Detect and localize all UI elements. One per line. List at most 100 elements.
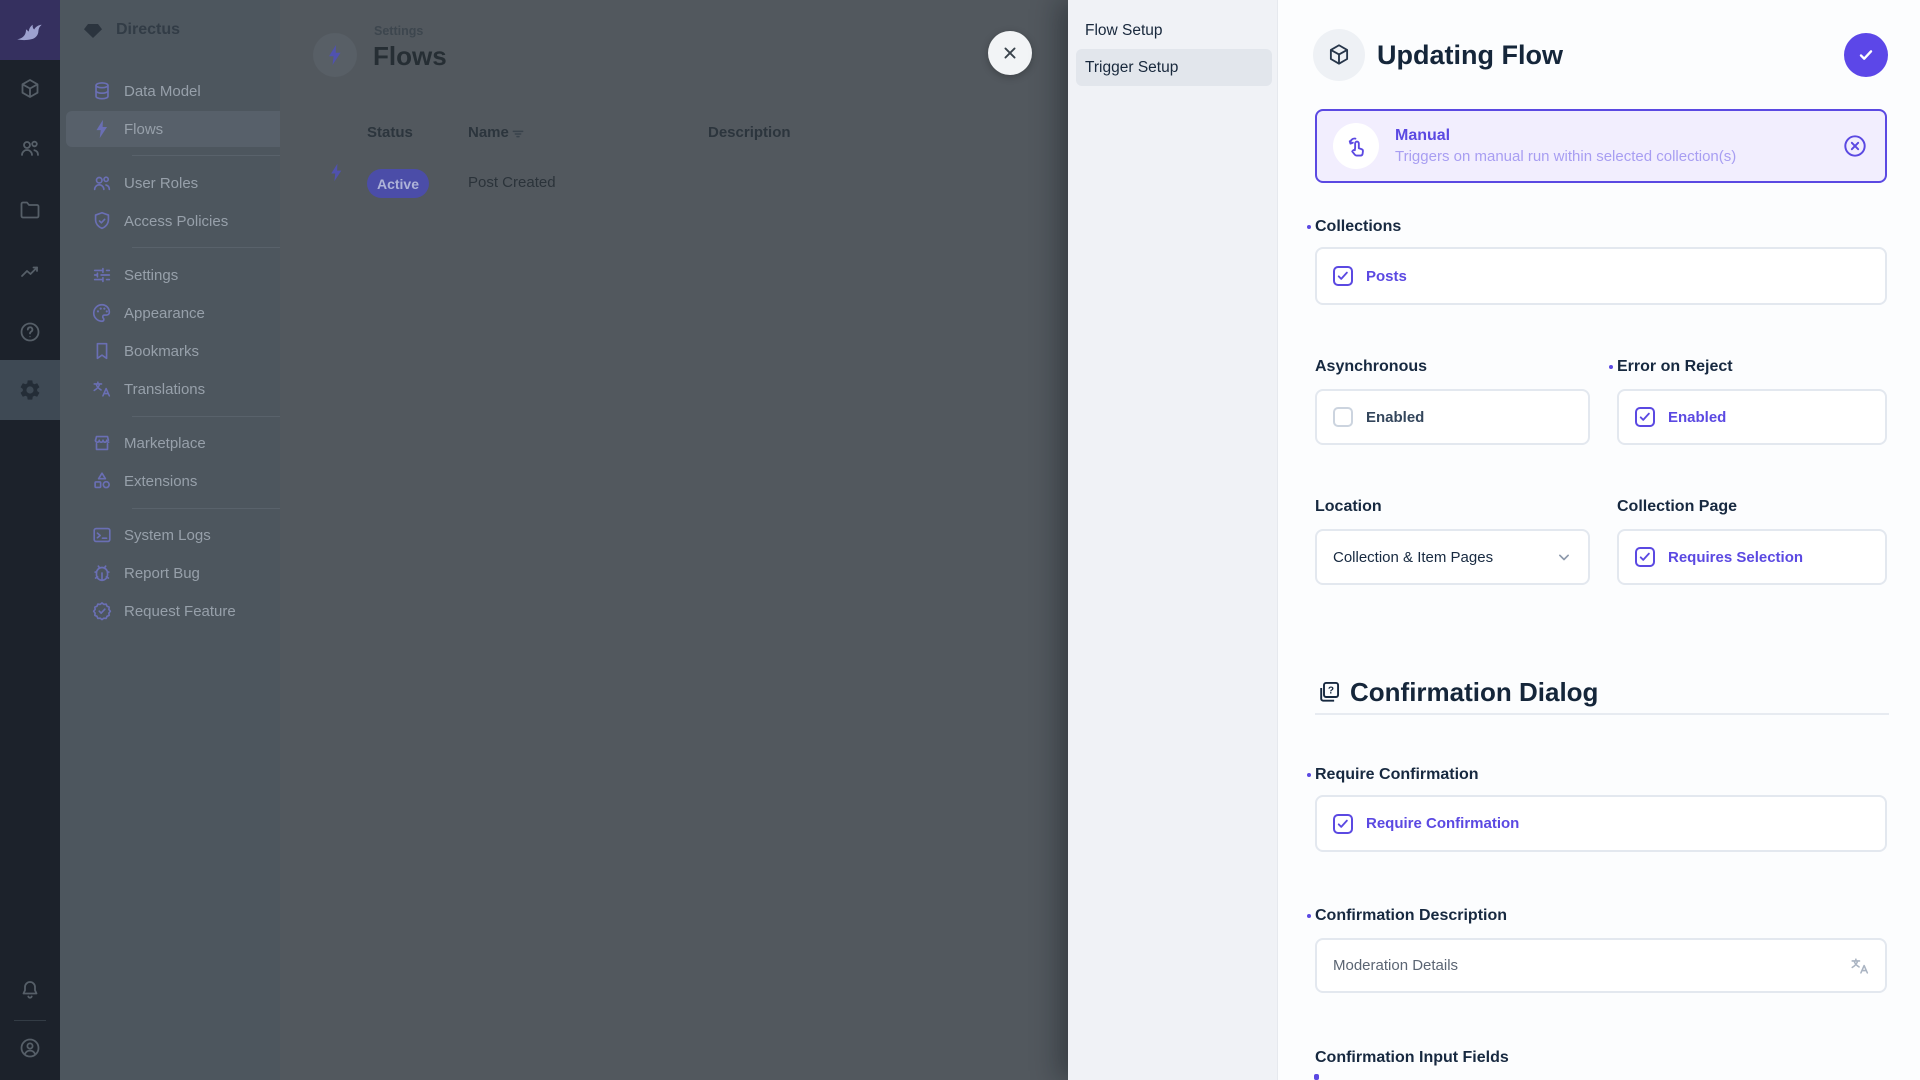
bolt-icon [323,43,347,67]
section-divider [1315,713,1889,715]
requires-selection-checkbox-label[interactable]: Requires Selection [1668,549,1803,566]
location-select-value: Collection & Item Pages [1333,549,1493,566]
confirmation-description-label: Confirmation Description [1315,907,1507,927]
error-on-reject-checkbox[interactable] [1635,407,1655,427]
column-header-status[interactable]: Status [367,124,413,141]
users-module-button[interactable] [0,124,60,172]
avatar-icon [18,1036,42,1060]
require-confirmation-checkbox-label[interactable]: Require Confirmation [1366,815,1519,832]
folder-icon [18,198,42,222]
translate-icon[interactable] [1849,955,1871,977]
settings-module-button[interactable] [0,360,60,420]
verified-icon [91,600,113,622]
section-title: Confirmation Dialog [1350,677,1598,708]
directus-logo[interactable] [0,0,60,60]
user-avatar-button[interactable] [0,1024,60,1072]
confirmation-description-value: Moderation Details [1333,957,1458,974]
breadcrumb[interactable]: Settings [374,24,423,38]
save-button[interactable] [1844,33,1888,77]
module-bar-divider [14,1020,46,1021]
dialog-question-icon: ? [1315,679,1342,706]
box-icon [18,77,42,101]
sidebar-item-label: Data Model [124,83,201,100]
drawer-close-button[interactable] [988,31,1032,75]
palette-icon [91,302,113,324]
insights-module-button[interactable] [0,247,60,295]
asynchronous-checkbox[interactable] [1333,407,1353,427]
files-module-button[interactable] [0,186,60,234]
requires-selection-checkbox[interactable] [1635,547,1655,567]
manual-trigger-icon-circle [1333,123,1379,169]
gear-icon [18,378,42,402]
tune-icon [91,264,113,286]
list-item-cutoff-mark [1314,1074,1319,1080]
flows-title-icon-circle [313,33,357,77]
asynchronous-field: Enabled [1315,389,1590,445]
column-header-description[interactable]: Description [708,124,791,141]
help-module-button[interactable] [0,308,60,356]
category-icon [91,470,113,492]
drawer-header-icon-circle [1313,29,1365,81]
error-on-reject-label: Error on Reject [1617,358,1733,378]
asynchronous-label: Asynchronous [1315,358,1427,378]
project-gem-icon [81,18,105,42]
sidebar-item-label: Access Policies [124,213,228,230]
drawer-nav-trigger-setup[interactable]: Trigger Setup [1076,49,1272,86]
location-label: Location [1315,498,1382,518]
sidebar-item-label: Appearance [124,305,205,322]
help-icon [18,320,42,344]
remove-trigger-icon[interactable] [1841,132,1869,160]
notifications-button[interactable] [0,966,60,1014]
posts-checkbox[interactable] [1333,266,1353,286]
drawer-panel: Updating Flow Manual Triggers on manual … [1278,0,1920,1080]
confirmation-input-fields-label: Confirmation Input Fields [1315,1049,1509,1069]
posts-checkbox-label[interactable]: Posts [1366,268,1407,285]
location-select[interactable]: Collection & Item Pages [1315,529,1590,585]
sidebar-item-label: Marketplace [124,435,206,452]
collection-page-label: Collection Page [1617,498,1737,518]
trigger-card-title: Manual [1395,127,1736,145]
error-on-reject-field: Enabled [1617,389,1887,445]
translate-icon [91,378,113,400]
sort-icon[interactable] [510,126,526,142]
sidebar-item-label: Settings [124,267,178,284]
asynchronous-checkbox-label[interactable]: Enabled [1366,409,1424,426]
manual-trigger-text: Manual Triggers on manual run within sel… [1395,127,1736,165]
bell-icon [18,978,42,1002]
bookmark-icon [91,340,113,362]
project-name: Directus [116,21,180,39]
status-badge: Active [367,169,429,198]
require-confirmation-checkbox[interactable] [1333,814,1353,834]
chart-icon [18,259,42,283]
shield-check-icon [91,210,113,232]
drawer-nav: Flow Setup Trigger Setup [1068,0,1278,1080]
sidebar-item-label: Report Bug [124,565,200,582]
users-icon [18,136,42,160]
drawer-title: Updating Flow [1377,40,1563,71]
chevron-down-icon [1554,547,1574,567]
sidebar-item-label: Request Feature [124,603,236,620]
trigger-card-description: Triggers on manual run within selected c… [1395,148,1736,165]
column-header-name[interactable]: Name [468,124,509,141]
svg-text:?: ? [1328,685,1334,696]
sidebar-item-label: User Roles [124,175,198,192]
collection-page-field: Requires Selection [1617,529,1887,585]
require-confirmation-label: Require Confirmation [1315,766,1479,786]
collections-label: Collections [1315,218,1401,238]
drawer-nav-flow-setup[interactable]: Flow Setup [1076,12,1272,49]
content-module-button[interactable] [0,65,60,113]
flows-page: Settings Flows Status Name Description A… [280,0,1068,1080]
module-bar [0,0,60,1080]
close-icon [1000,43,1020,63]
project-header[interactable]: Directus [60,0,280,60]
collections-field: Posts [1315,247,1887,305]
cube-icon [1326,42,1352,68]
sidebar-item-label: Bookmarks [124,343,199,360]
error-on-reject-checkbox-label[interactable]: Enabled [1668,409,1726,426]
confirmation-description-input[interactable]: Moderation Details [1315,938,1887,993]
sidebar-item-label: Flows [124,121,163,138]
manual-trigger-card[interactable]: Manual Triggers on manual run within sel… [1315,109,1887,183]
sidebar-item-label: Extensions [124,473,197,490]
bug-icon [91,562,113,584]
sidebar-item-label: Translations [124,381,205,398]
